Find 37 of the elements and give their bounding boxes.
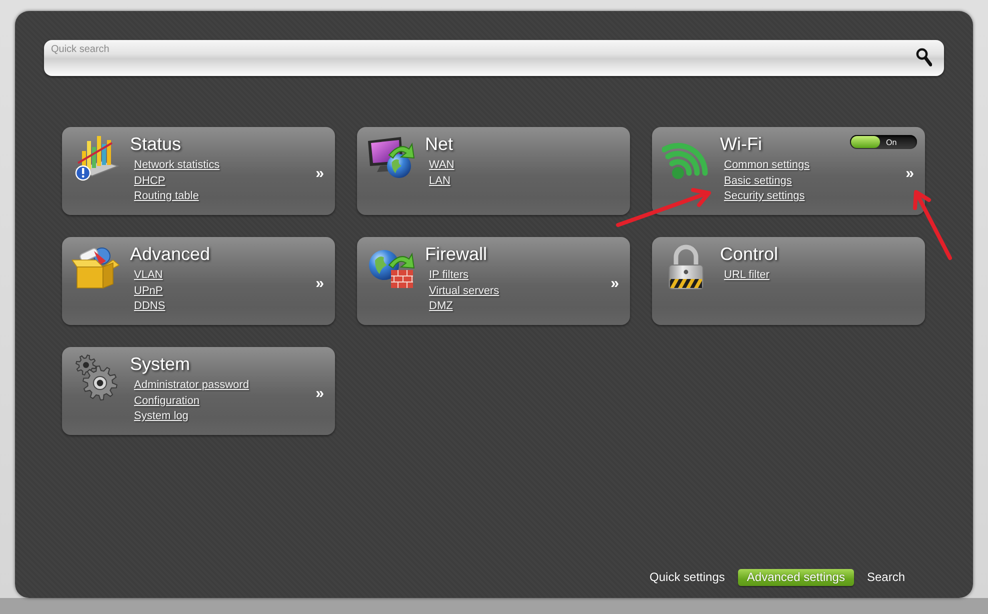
card-link[interactable]: System log <box>134 409 188 424</box>
card-title: Status <box>130 133 182 155</box>
more-link[interactable]: » <box>316 276 324 291</box>
card-link[interactable]: DDNS <box>134 299 166 314</box>
card-link[interactable]: UPnP <box>134 284 163 299</box>
card-link[interactable]: Virtual servers <box>429 284 500 299</box>
card-link[interactable]: IP filters <box>429 268 469 284</box>
search-icon[interactable] <box>916 47 932 67</box>
card-link[interactable]: Basic settings <box>724 174 792 189</box>
card-title: Wi-Fi <box>720 133 762 155</box>
bar-chart-icon <box>72 133 120 181</box>
mode-tab[interactable]: Quick settings <box>640 569 734 586</box>
card-link[interactable]: DMZ <box>429 299 453 314</box>
card-title: Control <box>720 243 778 265</box>
card-title: System <box>130 353 190 375</box>
more-link[interactable]: » <box>316 386 324 401</box>
card-link[interactable]: DHCP <box>134 174 166 189</box>
card-link[interactable]: Network statistics <box>134 158 220 174</box>
card-link[interactable]: URL filter <box>724 268 770 284</box>
search-field[interactable]: Quick search <box>44 40 944 76</box>
card-title: Net <box>425 133 454 155</box>
card-title: Advanced <box>130 243 210 265</box>
mode-tab[interactable]: Search <box>858 569 914 586</box>
card-link[interactable]: Configuration <box>134 394 200 409</box>
card-link[interactable]: Administrator password <box>134 378 249 394</box>
more-link[interactable]: » <box>906 166 914 181</box>
card-link[interactable]: Routing table <box>134 189 199 204</box>
more-link[interactable]: » <box>610 276 619 291</box>
card-link[interactable]: VLAN <box>134 268 163 284</box>
more-link[interactable]: » <box>316 166 324 181</box>
card-link[interactable]: LAN <box>429 174 450 189</box>
toggle-switch[interactable]: On <box>850 135 917 149</box>
card-link[interactable]: Common settings <box>724 158 810 174</box>
annotation-arrow <box>913 190 952 260</box>
card-title: Firewall <box>425 243 488 265</box>
card-link[interactable]: Security settings <box>724 189 805 204</box>
card-link[interactable]: WAN <box>429 158 454 174</box>
